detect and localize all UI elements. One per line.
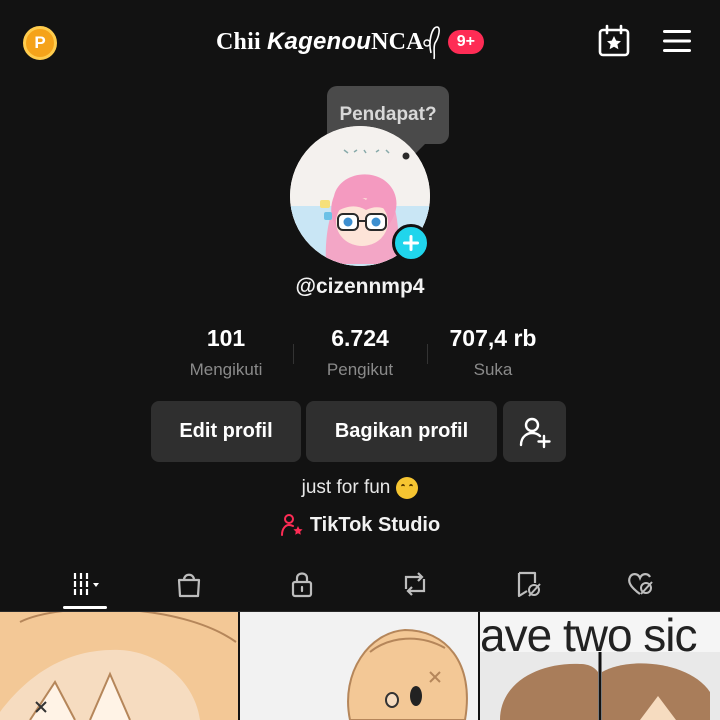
coin-label: P (34, 33, 46, 52)
stat-divider (427, 344, 428, 364)
title-suffix: NCA (371, 29, 424, 55)
share-profile-button[interactable]: Bagikan profil (306, 401, 497, 462)
tab-videos[interactable] (55, 560, 115, 608)
tab-reposts[interactable] (385, 560, 445, 608)
account-switcher[interactable]: Chii KagenouNCA 9+ (216, 22, 484, 62)
share-profile-label: Bagikan profil (334, 420, 469, 442)
stat-likes-value: 707,4 rb (449, 325, 537, 351)
stat-following-label: Mengikuti (189, 360, 263, 379)
smiling-emoji-icon (396, 477, 419, 499)
lock-icon (291, 572, 313, 598)
tiktok-studio-link[interactable]: TikTok Studio (0, 513, 720, 537)
repost-icon (404, 572, 426, 596)
bio-text: just for fun (301, 477, 391, 498)
plus-icon (403, 235, 419, 251)
title-prefix: Chii (216, 29, 268, 55)
stat-followers-value: 6.724 (331, 325, 389, 351)
thumbnail-image (240, 612, 478, 720)
hamburger-menu-icon[interactable] (662, 28, 692, 54)
add-user-icon (519, 417, 551, 448)
tab-liked[interactable] (610, 560, 670, 608)
favorites-icon (517, 571, 541, 598)
stat-likes-label: Suka (473, 360, 513, 379)
video-grid: ave two sic (0, 612, 720, 720)
profile-stats: 101 Mengikuti 6.724 Pengikut 707,4 rb Su… (0, 325, 720, 385)
liked-icon (628, 573, 653, 595)
profile-bio: just for fun (0, 477, 720, 499)
studio-user-star-icon (280, 514, 303, 536)
calendar-star-icon[interactable] (597, 24, 631, 58)
edit-profile-label: Edit profil (179, 420, 273, 442)
tab-favorites[interactable] (498, 560, 558, 608)
studio-label: TikTok Studio (309, 513, 441, 536)
tooltip-text: Pendapat? (339, 104, 437, 125)
video-thumbnail[interactable]: ave two sic (480, 612, 720, 720)
username: @cizennmp4 (295, 275, 425, 298)
stat-likes[interactable]: 707,4 rb Suka (423, 325, 563, 380)
shop-bag-icon (177, 573, 201, 598)
add-story-button[interactable] (392, 224, 430, 262)
stat-following[interactable]: 101 Mengikuti (156, 325, 296, 380)
top-bar: P Chii KagenouNCA 9+ (0, 0, 720, 84)
account-title: Chii KagenouNCA (216, 28, 424, 56)
videos-grid-icon (72, 573, 99, 595)
stat-following-value: 101 (206, 325, 246, 351)
tab-private[interactable] (272, 560, 332, 608)
notification-badge: 9+ (447, 30, 484, 54)
video-thumbnail[interactable] (0, 612, 238, 720)
edit-profile-button[interactable]: Edit profil (151, 401, 301, 462)
coin-icon[interactable]: P (23, 26, 57, 60)
thumbnail-caption: ave two sic (480, 612, 698, 661)
tab-shop[interactable] (159, 560, 219, 608)
active-tab-indicator (63, 606, 107, 609)
title-italic: Kagenou (267, 28, 372, 55)
stat-divider (293, 344, 294, 364)
stat-followers[interactable]: 6.724 Pengikut (290, 325, 430, 380)
title-decoration-icon (423, 26, 440, 60)
video-thumbnail[interactable] (240, 612, 478, 720)
content-tabs (0, 560, 720, 612)
stat-followers-label: Pengikut (326, 360, 394, 379)
thumbnail-image (0, 612, 238, 720)
add-friend-button[interactable] (503, 401, 566, 462)
